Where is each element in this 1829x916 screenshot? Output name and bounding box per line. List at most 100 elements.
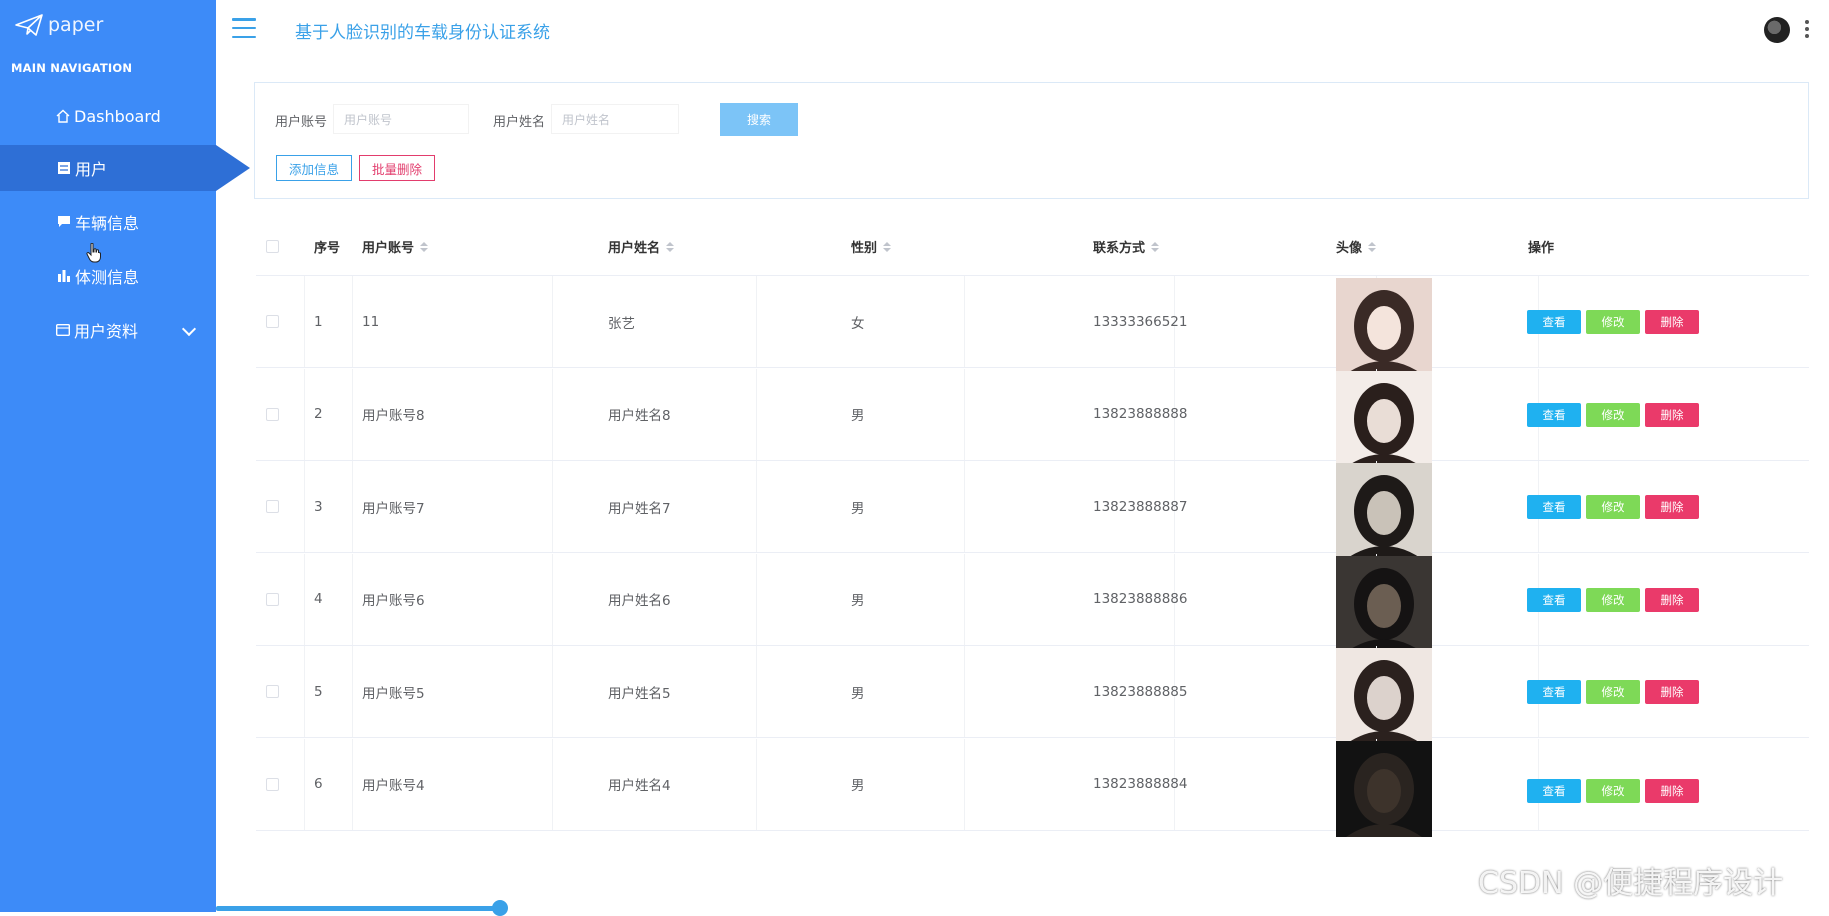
row-actions: 查看 修改 删除 bbox=[1527, 680, 1699, 704]
avatar-photo[interactable] bbox=[1336, 555, 1432, 652]
view-button[interactable]: 查看 bbox=[1527, 778, 1581, 803]
table-row: 3 用户账号7 用户姓名7 男 13823888887 查看 修改 删除 bbox=[256, 461, 1809, 559]
sidebar-item-vehicle[interactable]: 车辆信息 bbox=[0, 199, 216, 245]
name-label: 用户姓名 bbox=[493, 115, 546, 130]
cell-index: 3 bbox=[314, 498, 323, 515]
paper-plane-icon bbox=[15, 14, 43, 36]
sidebar-item-user[interactable]: 用户 bbox=[0, 145, 250, 191]
list-icon bbox=[57, 161, 71, 175]
card-icon bbox=[56, 323, 70, 337]
view-button[interactable]: 查看 bbox=[1527, 680, 1581, 704]
table-header: 序号 用户账号 用户姓名 性别 联系方式 头像 操作 bbox=[256, 218, 1809, 276]
sidebar-item-dashboard[interactable]: Dashboard bbox=[0, 93, 216, 139]
cell-account: 用户账号8 bbox=[362, 408, 425, 424]
edit-button[interactable]: 修改 bbox=[1586, 310, 1640, 334]
sort-icon[interactable] bbox=[666, 241, 675, 252]
cell-gender: 男 bbox=[851, 685, 865, 702]
avatar-photo[interactable] bbox=[1336, 648, 1432, 744]
edit-button[interactable]: 修改 bbox=[1586, 402, 1640, 427]
delete-button[interactable]: 删除 bbox=[1645, 587, 1699, 612]
avatar-photo[interactable] bbox=[1336, 370, 1432, 467]
cell-index: 1 bbox=[314, 313, 323, 330]
cell-name: 用户姓名8 bbox=[608, 408, 671, 424]
sort-icon[interactable] bbox=[1151, 241, 1160, 252]
delete-button[interactable]: 删除 bbox=[1645, 680, 1699, 704]
row-checkbox[interactable] bbox=[266, 592, 279, 606]
sort-icon[interactable] bbox=[1368, 241, 1377, 252]
cell-name: 用户姓名7 bbox=[608, 500, 671, 517]
cell-account: 用户账号7 bbox=[362, 500, 425, 517]
cell-gender: 男 bbox=[851, 408, 865, 424]
sort-icon[interactable] bbox=[420, 241, 429, 252]
horizontal-scrollbar[interactable] bbox=[216, 906, 500, 911]
cell-phone: 13823888888 bbox=[1093, 406, 1188, 422]
delete-button[interactable]: 删除 bbox=[1645, 402, 1699, 427]
main-navigation-title: MAIN NAVIGATION bbox=[11, 61, 133, 75]
avatar-photo[interactable] bbox=[1336, 278, 1432, 374]
view-button[interactable]: 查看 bbox=[1527, 402, 1581, 427]
account-input[interactable]: 用户账号 bbox=[333, 104, 469, 134]
row-checkbox[interactable] bbox=[266, 777, 279, 791]
cell-index: 5 bbox=[314, 683, 323, 700]
avatar-photo[interactable] bbox=[1336, 463, 1432, 559]
row-checkbox[interactable] bbox=[266, 407, 279, 421]
sidebar: paper MAIN NAVIGATION Dashboard 用户 车辆信息 … bbox=[0, 0, 250, 912]
cell-phone: 13823888884 bbox=[1093, 776, 1188, 792]
cell-phone: 13823888887 bbox=[1093, 498, 1188, 515]
cell-phone: 13823888885 bbox=[1093, 683, 1188, 700]
delete-button[interactable]: 删除 bbox=[1645, 310, 1699, 334]
user-avatar[interactable] bbox=[1764, 17, 1790, 43]
avatar-photo[interactable] bbox=[1336, 740, 1432, 837]
cell-index: 2 bbox=[314, 406, 323, 422]
table-row: 6 用户账号4 用户姓名4 男 13823888884 查看 修改 删除 bbox=[256, 738, 1809, 837]
header-gender[interactable]: 性别 bbox=[851, 218, 892, 275]
header-avatar[interactable]: 头像 bbox=[1336, 218, 1377, 275]
cell-gender: 男 bbox=[851, 593, 865, 609]
edit-button[interactable]: 修改 bbox=[1586, 587, 1640, 612]
header-phone[interactable]: 联系方式 bbox=[1093, 218, 1160, 275]
table-row: 1 11 张艺女 13333366521 查看 修改 删除 bbox=[256, 276, 1809, 374]
row-actions: 查看 修改 删除 bbox=[1527, 587, 1699, 612]
row-actions: 查看 修改 删除 bbox=[1527, 402, 1699, 427]
cell-name: 用户姓名6 bbox=[608, 593, 671, 609]
select-all-checkbox[interactable] bbox=[266, 240, 279, 253]
cell-index: 6 bbox=[314, 776, 323, 792]
view-button[interactable]: 查看 bbox=[1527, 310, 1581, 334]
batch-delete-button[interactable]: 批量删除 bbox=[359, 155, 435, 181]
edit-button[interactable]: 修改 bbox=[1586, 680, 1640, 704]
header-actions: 操作 bbox=[1528, 241, 1555, 256]
account-label: 用户账号 bbox=[275, 115, 328, 130]
delete-button[interactable]: 删除 bbox=[1645, 495, 1699, 519]
header-name[interactable]: 用户姓名 bbox=[608, 218, 675, 275]
edit-button[interactable]: 修改 bbox=[1586, 495, 1640, 519]
hamburger-icon[interactable] bbox=[232, 18, 256, 38]
sidebar-item-user-profile[interactable]: 用户资料 bbox=[0, 307, 216, 353]
home-icon bbox=[56, 109, 70, 123]
name-input[interactable]: 用户姓名 bbox=[551, 104, 679, 134]
search-button[interactable]: 搜索 bbox=[720, 103, 798, 136]
cell-phone: 13333366521 bbox=[1093, 313, 1188, 330]
view-button[interactable]: 查看 bbox=[1527, 495, 1581, 519]
cell-name: 张艺 bbox=[608, 315, 635, 332]
scrollbar-thumb[interactable] bbox=[492, 900, 508, 916]
logo[interactable]: paper bbox=[14, 12, 103, 38]
row-checkbox[interactable] bbox=[266, 500, 279, 513]
hand-cursor-icon bbox=[86, 243, 101, 263]
cell-account: 11 bbox=[362, 313, 380, 330]
row-checkbox[interactable] bbox=[266, 315, 279, 328]
add-info-button[interactable]: 添加信息 bbox=[276, 155, 352, 181]
cell-account: 用户账号4 bbox=[362, 778, 425, 794]
row-actions: 查看 修改 删除 bbox=[1527, 495, 1699, 519]
delete-button[interactable]: 删除 bbox=[1645, 778, 1699, 803]
sort-icon[interactable] bbox=[883, 241, 892, 252]
cell-gender: 男 bbox=[851, 778, 865, 794]
cell-gender: 男 bbox=[851, 500, 865, 517]
header-account[interactable]: 用户账号 bbox=[362, 218, 429, 275]
sidebar-item-label: 用户资料 bbox=[74, 322, 139, 341]
sidebar-item-fitness[interactable]: 体测信息 bbox=[0, 253, 216, 299]
row-checkbox[interactable] bbox=[266, 685, 279, 698]
kebab-icon[interactable] bbox=[1805, 20, 1809, 38]
view-button[interactable]: 查看 bbox=[1527, 587, 1581, 612]
logo-text: paper bbox=[48, 14, 104, 36]
edit-button[interactable]: 修改 bbox=[1586, 778, 1640, 803]
